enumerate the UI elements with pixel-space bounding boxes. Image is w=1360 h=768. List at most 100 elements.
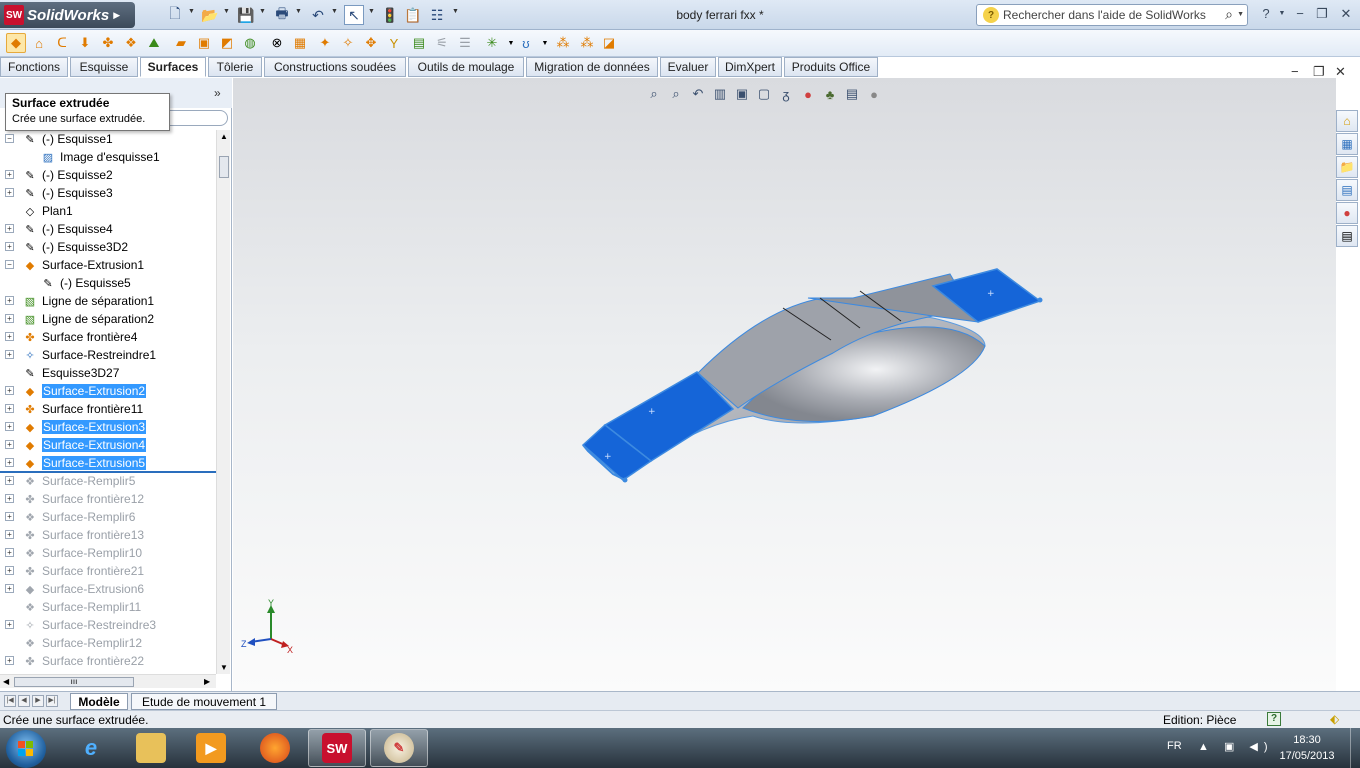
tray-icons[interactable]: ▲ ▣ ◀) [1198,740,1274,753]
clock-date[interactable]: 17/05/2013 [1273,750,1341,762]
curves-dropdown-icon[interactable]: ▼ [535,33,555,53]
last-tab-icon[interactable]: ▶| [46,695,58,707]
replace-face-icon[interactable]: ▦ [290,33,310,53]
flex-icon[interactable]: ◪ [599,33,619,53]
first-tab-icon[interactable]: |◀ [4,695,16,707]
save-dropdown-icon[interactable]: ▼ [259,8,266,15]
collapse-panel-icon[interactable]: » [214,86,221,100]
search-icon[interactable]: ⌕ [1225,6,1233,23]
tree-item[interactable]: ◇ Plan1 [0,202,216,220]
tree-item[interactable]: + ❖ Surface-Remplir6 [0,508,216,526]
tab-etude-de-mouvement[interactable]: Etude de mouvement 1 [131,693,277,710]
extruded-surface-icon[interactable]: ◆ [6,33,26,53]
taskbar-internet-explorer[interactable]: e [62,729,120,767]
rollback-bar[interactable] [0,471,216,473]
delete-face-icon[interactable]: ⊗ [267,33,287,53]
scroll-right-icon[interactable]: ▶ [204,677,210,686]
tab-esquisse[interactable]: Esquisse [70,57,138,77]
help-dropdown-icon[interactable]: ▼ [1272,10,1292,17]
knit-surface-icon[interactable]: Y [384,33,404,53]
rebuild-traffic-light-icon[interactable]: 🚦 [380,5,400,25]
expand-icon[interactable]: + [5,476,14,485]
tree-item[interactable]: + ◆ Surface-Extrusion4 [0,436,216,454]
untrim-surface-icon[interactable]: ✥ [361,33,381,53]
tree-item[interactable]: + ✤ Surface frontière12 [0,490,216,508]
expand-icon[interactable]: + [5,440,14,449]
expand-icon[interactable]: + [5,530,14,539]
viewport-minimize-icon[interactable]: − [1291,64,1299,79]
expand-icon[interactable]: + [5,386,14,395]
expand-icon[interactable]: + [5,494,14,503]
language-indicator[interactable]: FR [1167,740,1182,752]
clock-time[interactable]: 18:30 [1273,734,1341,746]
tab-evaluer[interactable]: Evaluer [660,57,716,77]
tab-fonctions[interactable]: Fonctions [0,57,68,77]
expand-icon[interactable]: + [5,188,14,197]
tree-item[interactable]: + ✤ Surface frontière22 [0,652,216,670]
collapse-icon[interactable]: − [5,134,14,143]
filled-surface-icon[interactable]: ❖ [121,33,141,53]
expand-icon[interactable]: + [5,566,14,575]
thicken-icon[interactable]: ▤ [409,33,429,53]
expand-icon[interactable]: + [5,656,14,665]
open-folder-icon[interactable]: 📂 [200,5,220,25]
close-icon[interactable]: ✕ [1336,6,1356,22]
taskbar-media-player[interactable]: ▶ [182,729,240,767]
expand-icon[interactable]: + [5,584,14,593]
expand-icon[interactable]: + [5,242,14,251]
expand-icon[interactable]: + [5,512,14,521]
offset-surface-icon[interactable]: ▰ [171,33,191,53]
expand-icon[interactable]: + [5,404,14,413]
expand-icon[interactable]: + [5,620,14,629]
status-help-icon[interactable]: ? [1267,712,1281,726]
tree-item[interactable]: + ◆ Surface-Extrusion5 [0,454,216,472]
tab-modele[interactable]: Modèle [70,693,128,710]
tree-item[interactable]: ✎ (-) Esquisse5 [0,274,216,292]
collapse-icon[interactable]: − [5,260,14,269]
open-dropdown-icon[interactable]: ▼ [223,8,230,15]
tree-item[interactable]: + ✧ Surface-Restreindre1 [0,346,216,364]
tree-item[interactable]: − ◆ Surface-Extrusion1 [0,256,216,274]
tree-vertical-scrollbar[interactable]: ▲ ▼ [216,130,230,674]
expand-icon[interactable]: + [5,332,14,341]
expand-icon[interactable]: + [5,314,14,323]
revolved-surface-icon[interactable]: ⌂ [29,33,49,53]
tree-horizontal-scrollbar[interactable]: ◀ ııı ▶ [0,674,216,688]
scroll-left-icon[interactable]: ◀ [3,677,9,686]
boundary-surface-icon[interactable]: ✤ [98,33,118,53]
tree-item[interactable]: + ✤ Surface frontière11 [0,400,216,418]
tree-item[interactable]: + ✧ Surface-Restreindre3 [0,616,216,634]
scroll-up-icon[interactable]: ▲ [220,132,228,141]
tab-dimxpert[interactable]: DimXpert [718,57,782,77]
expand-icon[interactable]: + [5,350,14,359]
tree-item[interactable]: + ✤ Surface frontière13 [0,526,216,544]
tab-constructions-soudees[interactable]: Constructions soudées [264,57,406,77]
taskbar-firefox[interactable] [246,729,304,767]
appearances-icon[interactable]: ● [1336,202,1358,224]
tree-item[interactable]: + ✎ (-) Esquisse2 [0,166,216,184]
tree-item[interactable]: ▨ Image d'esquisse1 [0,148,216,166]
scroll-down-icon[interactable]: ▼ [220,663,228,672]
tree-item[interactable]: ✎ Esquisse3D27 [0,364,216,382]
tab-produits-office[interactable]: Produits Office [784,57,878,77]
expand-icon[interactable]: + [5,422,14,431]
new-document-icon[interactable]: 🗋 [165,5,185,25]
options-dropdown-icon[interactable]: ▼ [452,8,459,15]
tab-tolerie[interactable]: Tôlerie [208,57,262,77]
file-explorer-icon[interactable]: 📁 [1336,156,1358,178]
tree-item[interactable]: + ❖ Surface-Remplir5 [0,472,216,490]
options-icon[interactable]: ☷ [427,5,447,25]
horizontal-scroll-thumb[interactable]: ııı [14,677,134,687]
expand-icon[interactable]: + [5,458,14,467]
lofted-surface-icon[interactable]: ⬇ [75,33,95,53]
fillet-icon[interactable]: ◍ [240,33,260,53]
trim-surface-icon[interactable]: ✧ [338,33,358,53]
scroll-thumb[interactable] [219,156,229,178]
tree-item[interactable]: ❖ Surface-Remplir12 [0,634,216,652]
expand-icon[interactable]: + [5,296,14,305]
taskbar-file-explorer[interactable] [122,729,180,767]
select-arrow-icon[interactable]: ↖ [344,5,364,25]
restore-icon[interactable]: ❐ [1312,6,1332,22]
undo-dropdown-icon[interactable]: ▼ [331,8,338,15]
print-icon[interactable]: 🖶 [272,5,292,25]
